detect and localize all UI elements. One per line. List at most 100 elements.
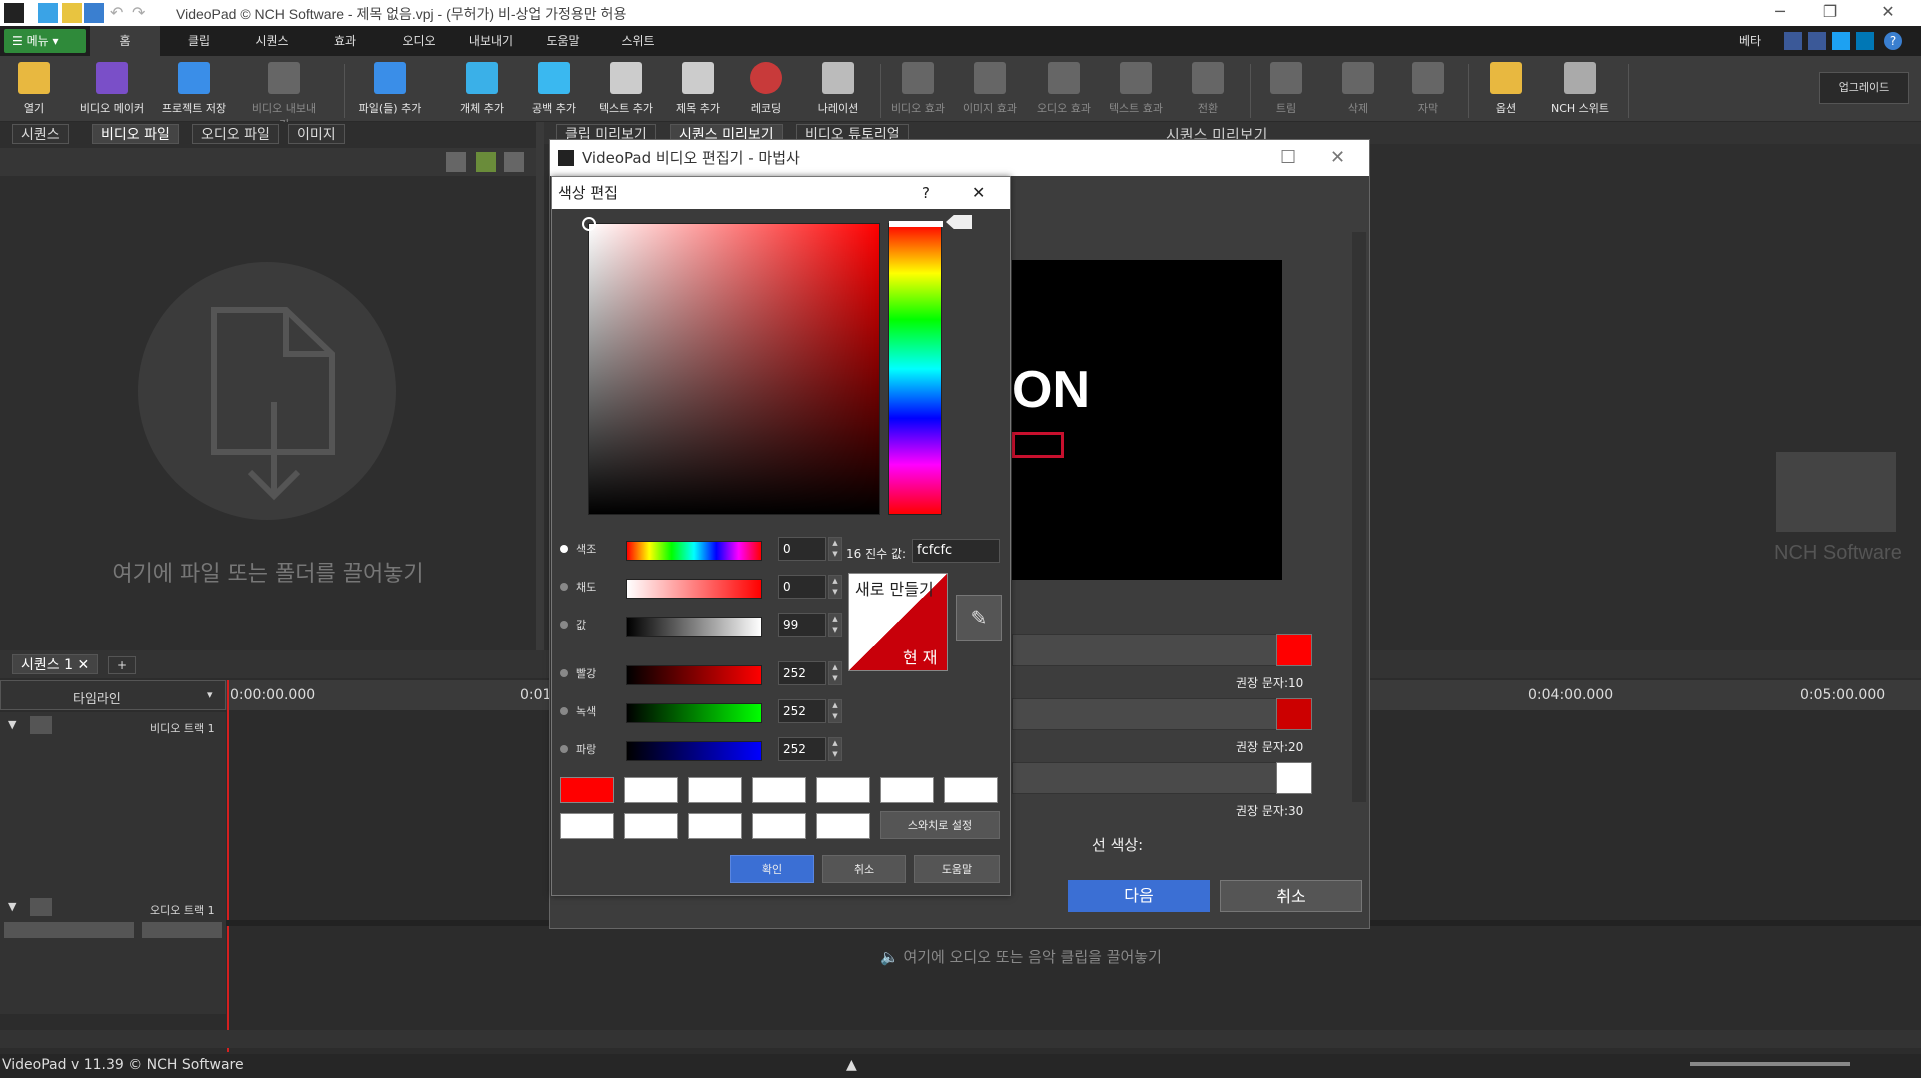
minimize-icon[interactable]: ─ — [1760, 2, 1800, 21]
tab-suite[interactable]: 스위트 — [606, 26, 670, 56]
add-files-button[interactable]: 파일(들) 추가 — [356, 62, 424, 116]
wizard-maximize-icon[interactable]: ☐ — [1280, 140, 1296, 176]
restore-icon[interactable]: ❐ — [1810, 2, 1850, 21]
add-object-button[interactable]: 개체 추가 — [448, 62, 516, 116]
tab-audio[interactable]: 오디오 — [388, 26, 450, 56]
saturation-value-input[interactable]: 0 — [778, 575, 826, 599]
playhead[interactable] — [227, 680, 229, 1052]
wizard-color-swatch-2[interactable] — [1276, 698, 1312, 730]
timeline-scrollbar[interactable] — [0, 1030, 1921, 1048]
tab-bin-audio[interactable]: 오디오 파일 — [192, 124, 279, 144]
record-button[interactable]: 레코딩 — [732, 62, 800, 116]
green-radio[interactable] — [560, 707, 568, 715]
blue-bar-slider[interactable] — [626, 741, 762, 761]
tab-bin-image[interactable]: 이미지 — [288, 124, 345, 144]
upgrade-button[interactable]: 업그레이드 — [1819, 72, 1909, 104]
collapse-icon[interactable]: ▼ — [8, 718, 16, 731]
open-button[interactable]: 열기 — [0, 62, 68, 116]
value-bar-slider[interactable] — [626, 617, 762, 637]
timeline-mode-select[interactable]: 타임라인 ▾ — [0, 680, 226, 710]
next-button[interactable]: 다음 — [1068, 880, 1210, 912]
green-bar-slider[interactable] — [626, 703, 762, 723]
swatch[interactable] — [816, 777, 870, 803]
swatch[interactable] — [752, 813, 806, 839]
value-spinner[interactable]: ▲ ▼ — [828, 613, 842, 637]
help-question-icon[interactable]: ? — [922, 177, 930, 209]
blue-value-input[interactable]: 252 — [778, 737, 826, 761]
master-volume-slider[interactable] — [1690, 1062, 1850, 1066]
new-project-icon[interactable] — [38, 3, 58, 23]
swatch[interactable] — [624, 777, 678, 803]
hue-value-input[interactable]: 0 — [778, 537, 826, 561]
swatch[interactable] — [816, 813, 870, 839]
speaker-icon[interactable] — [30, 898, 52, 916]
menu-button[interactable]: ☰ 메뉴 ▾ — [4, 29, 86, 53]
wizard-color-swatch-3[interactable] — [1276, 762, 1312, 794]
help-icon[interactable]: ? — [1884, 32, 1902, 50]
video-maker-button[interactable]: 비디오 메이커 — [78, 62, 146, 116]
bin-view-icon[interactable] — [504, 152, 524, 172]
swatch[interactable] — [560, 813, 614, 839]
value-value-input[interactable]: 99 — [778, 613, 826, 637]
image-effects-button[interactable]: 이미지 효과 — [956, 62, 1024, 116]
hue-slider[interactable] — [888, 221, 943, 515]
trim-button[interactable]: 트림 — [1252, 62, 1320, 116]
eye-icon[interactable] — [30, 716, 52, 734]
red-spinner[interactable]: ▲ ▼ — [828, 661, 842, 685]
like-icon[interactable] — [1784, 32, 1802, 50]
wizard-text-field-3[interactable] — [1012, 762, 1290, 794]
delete-button[interactable]: 삭제 — [1324, 62, 1392, 116]
pan-slider[interactable] — [142, 922, 222, 938]
color-help-button[interactable]: 도움말 — [914, 855, 1000, 883]
color-cancel-button[interactable]: 취소 — [822, 855, 906, 883]
red-radio[interactable] — [560, 669, 568, 677]
close-tab-icon[interactable]: ✕ — [77, 657, 89, 673]
tab-home[interactable]: 홈 — [90, 26, 160, 56]
swatch[interactable] — [624, 813, 678, 839]
sv-cursor[interactable] — [582, 217, 596, 231]
wizard-close-icon[interactable]: ✕ — [1330, 140, 1345, 176]
add-blank-button[interactable]: 공백 추가 — [520, 62, 588, 116]
value-radio[interactable] — [560, 621, 568, 629]
audio-effects-button[interactable]: 오디오 효과 — [1030, 62, 1098, 116]
tab-bin-video[interactable]: 비디오 파일 — [92, 124, 179, 144]
transition-button[interactable]: 전환 — [1174, 62, 1242, 116]
green-spinner[interactable]: ▲ ▼ — [828, 699, 842, 723]
tab-sequence[interactable]: 시퀀스 — [240, 26, 304, 56]
saturation-bar-slider[interactable] — [626, 579, 762, 599]
text-effects-button[interactable]: 텍스트 효과 — [1102, 62, 1170, 116]
subtitle-button[interactable]: 자막 — [1394, 62, 1462, 116]
blue-radio[interactable] — [560, 745, 568, 753]
narration-button[interactable]: 나레이션 — [804, 62, 872, 116]
nch-suite-button[interactable]: NCH 스위트 — [1542, 62, 1618, 116]
video-effects-button[interactable]: 비디오 효과 — [884, 62, 952, 116]
color-dialog-close-icon[interactable]: ✕ — [972, 177, 985, 209]
linkedin-icon[interactable] — [1856, 32, 1874, 50]
swatch[interactable] — [560, 777, 614, 803]
wizard-text-field-1[interactable] — [1012, 634, 1290, 666]
wizard-text-field-2[interactable] — [1012, 698, 1290, 730]
expand-up-icon[interactable]: ▲ — [846, 1057, 857, 1073]
wizard-scrollbar[interactable] — [1352, 232, 1366, 802]
collapse-icon[interactable]: ▼ — [8, 900, 16, 913]
set-swatch-button[interactable]: 스와치로 설정 — [880, 811, 1000, 839]
swatch[interactable] — [944, 777, 998, 803]
hue-pointer-icon[interactable] — [946, 215, 972, 229]
red-bar-slider[interactable] — [626, 665, 762, 685]
save-icon[interactable] — [84, 3, 104, 23]
bin-delete-icon[interactable] — [446, 152, 466, 172]
red-value-input[interactable]: 252 — [778, 661, 826, 685]
hue-radio[interactable] — [560, 545, 568, 553]
eyedropper-icon[interactable]: ✎ — [956, 595, 1002, 641]
tab-export[interactable]: 내보내기 — [458, 26, 524, 56]
facebook-icon[interactable] — [1808, 32, 1826, 50]
tab-bin-sequence[interactable]: 시퀀스 — [12, 124, 69, 144]
add-text-button[interactable]: 텍스트 추가 — [592, 62, 660, 116]
close-icon[interactable]: ✕ — [1868, 2, 1908, 21]
redo-icon[interactable]: ↷ — [132, 3, 152, 23]
hex-input[interactable]: fcfcfc — [912, 539, 1000, 563]
add-sequence-button[interactable]: + — [108, 656, 137, 674]
bin-add-folder-icon[interactable] — [476, 152, 496, 172]
panel-splitter[interactable] — [536, 122, 544, 650]
volume-slider[interactable] — [4, 922, 134, 938]
